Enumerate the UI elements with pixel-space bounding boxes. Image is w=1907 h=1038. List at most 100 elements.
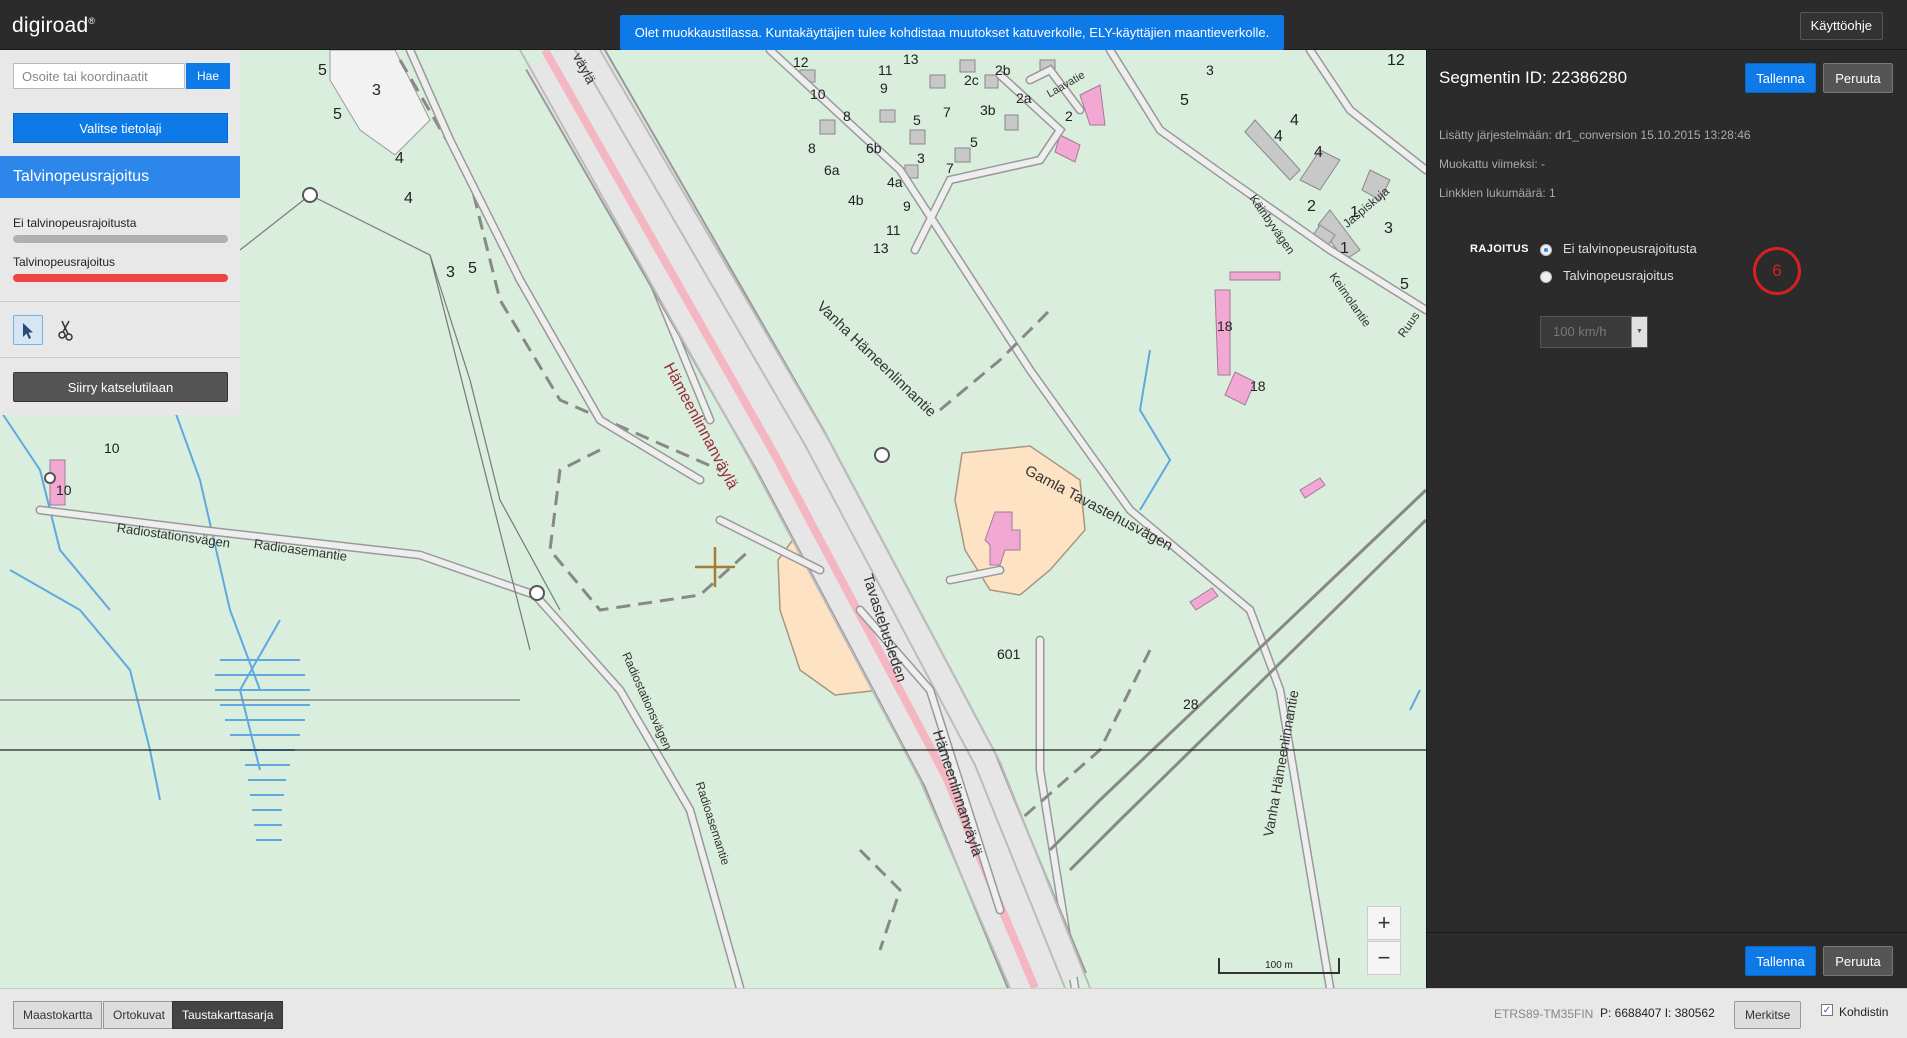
cancel-button[interactable]: Peruuta xyxy=(1823,63,1893,93)
search-input[interactable] xyxy=(13,63,185,89)
house-number: 4b xyxy=(848,192,864,208)
step-marker: 6 xyxy=(1753,247,1801,295)
minor-roads xyxy=(37,50,1426,988)
crosshair-toggle[interactable]: ✓ Kohdistin xyxy=(1821,1004,1889,1019)
house-number: 5 xyxy=(1400,276,1409,293)
house-number: 3 xyxy=(917,150,925,166)
house-number: 8 xyxy=(808,140,816,156)
zoom-in-button[interactable]: + xyxy=(1367,906,1401,940)
legend-label-none: Ei talvinopeusrajoitusta xyxy=(13,216,137,230)
radio-no-winter-limit[interactable] xyxy=(1540,244,1552,256)
house-number: 11 xyxy=(878,62,893,78)
house-number: 4a xyxy=(887,174,903,190)
view-mode-button[interactable]: Siirry katselutilaan xyxy=(13,372,228,402)
select-icon xyxy=(23,323,33,339)
house-number: 7 xyxy=(943,104,951,120)
house-number: 601 xyxy=(997,646,1021,662)
logo-text: digiroad xyxy=(12,14,89,37)
house-number: 4 xyxy=(395,150,404,167)
legend-bar-none xyxy=(13,235,228,243)
search-button[interactable]: Hae xyxy=(186,63,230,89)
select-layer-button[interactable]: Valitse tietolaji xyxy=(13,113,228,143)
house-number: 5 xyxy=(913,112,921,128)
crosshair-checkbox[interactable]: ✓ xyxy=(1821,1004,1833,1016)
house-number: 10 xyxy=(56,482,72,498)
house-number: 3 xyxy=(446,264,455,281)
house-number: 6a xyxy=(824,162,840,178)
scale-label: 100 m xyxy=(1265,960,1293,971)
logo-mark: ® xyxy=(88,16,96,26)
house-number: 18 xyxy=(1250,378,1266,394)
house-number: 9 xyxy=(880,80,888,96)
divider xyxy=(0,357,240,358)
help-button[interactable]: Käyttöohje xyxy=(1799,12,1883,40)
save-button[interactable]: Tallenna xyxy=(1745,63,1816,93)
house-number: 2c xyxy=(964,72,979,88)
house-number: 2a xyxy=(1016,90,1032,106)
house-number: 5 xyxy=(970,134,978,150)
scale-bar: 100 m xyxy=(1218,958,1340,974)
cut-tool-button[interactable] xyxy=(52,315,82,345)
house-number: 8 xyxy=(843,108,851,124)
segment-title: Segmentin ID: 22386280 xyxy=(1439,68,1628,87)
modified-info: Muokattu viimeksi: - xyxy=(1439,157,1546,171)
railway xyxy=(1048,488,1426,872)
house-number: 12 xyxy=(1387,52,1405,69)
legend-bar-winter xyxy=(13,274,228,282)
restriction-label: RAJOITUS xyxy=(1470,243,1529,255)
house-number: 3 xyxy=(1384,220,1393,237)
legend-label-winter: Talvinopeusrajoitus xyxy=(13,255,116,269)
cancel-button-bottom[interactable]: Peruuta xyxy=(1823,946,1893,976)
house-number: 9 xyxy=(903,198,911,214)
added-info: Lisätty järjestelmään: dr1_conversion 15… xyxy=(1439,128,1751,142)
speed-select[interactable]: 100 km/h ▼ xyxy=(1540,316,1648,348)
house-number: 4 xyxy=(1314,144,1323,161)
radio-winter-limit[interactable] xyxy=(1540,271,1552,283)
house-number: 3b xyxy=(980,102,996,118)
house-number: 3 xyxy=(1206,62,1214,78)
house-number: 13 xyxy=(873,240,889,256)
house-number: 5 xyxy=(318,62,327,79)
scissors-icon xyxy=(58,320,73,341)
basemap-ortho-button[interactable]: Ortokuvat xyxy=(103,1001,176,1029)
house-number: 11 xyxy=(886,222,901,238)
map-crosshair xyxy=(695,547,735,587)
house-number: 7 xyxy=(946,160,954,176)
save-button-bottom[interactable]: Tallenna xyxy=(1745,946,1816,976)
radio-label-no-winter-limit[interactable]: Ei talvinopeusrajoitusta xyxy=(1563,241,1697,256)
edit-mode-notice: Olet muokkaustilassa. Kuntakäyttäjien tu… xyxy=(620,15,1284,50)
house-number: 1 xyxy=(1350,204,1359,221)
select-tool-button[interactable] xyxy=(13,315,43,345)
mark-button[interactable]: Merkitse xyxy=(1734,1001,1802,1029)
top-header: digiroad® Olet muokkaustilassa. Kuntakäy… xyxy=(0,0,1907,50)
basemap-background-button[interactable]: Taustakarttasarja xyxy=(172,1001,284,1029)
divider xyxy=(0,301,240,302)
zoom-out-button[interactable]: − xyxy=(1367,941,1401,975)
house-number: 1 xyxy=(1340,240,1349,257)
house-number: 10 xyxy=(810,86,826,102)
app-logo[interactable]: digiroad® xyxy=(12,14,95,38)
house-number: 5 xyxy=(468,260,477,277)
house-number: 4 xyxy=(1274,128,1283,145)
crosshair-label: Kohdistin xyxy=(1839,1005,1889,1019)
coordinate-system: ETRS89-TM35FIN xyxy=(1494,1007,1594,1021)
house-number: 4 xyxy=(404,190,413,207)
speed-value: 100 km/h xyxy=(1553,324,1607,339)
house-number: 2b xyxy=(995,62,1011,78)
house-number: 3 xyxy=(372,82,381,99)
segment-panel: Segmentin ID: 22386280 Tallenna Peruuta … xyxy=(1426,50,1907,988)
house-number: 13 xyxy=(903,51,919,67)
chevron-down-icon[interactable]: ▼ xyxy=(1631,317,1647,347)
active-layer-title: Talvinopeusrajoitus xyxy=(0,156,240,198)
house-number: 10 xyxy=(104,440,120,456)
bottom-bar: Maastokartta Ortokuvat Taustakarttasarja… xyxy=(0,988,1907,1038)
house-number: 4 xyxy=(1290,112,1299,129)
radio-label-winter-limit[interactable]: Talvinopeusrajoitus xyxy=(1563,268,1674,283)
divider xyxy=(1427,932,1907,933)
house-number: 5 xyxy=(1180,92,1189,109)
layer-panel: Hae Valitse tietolaji Talvinopeusrajoitu… xyxy=(0,50,240,415)
house-number: 12 xyxy=(793,54,809,70)
minor-roads-outline xyxy=(35,50,1426,988)
house-number: 5 xyxy=(333,106,342,123)
basemap-terrain-button[interactable]: Maastokartta xyxy=(13,1001,103,1029)
